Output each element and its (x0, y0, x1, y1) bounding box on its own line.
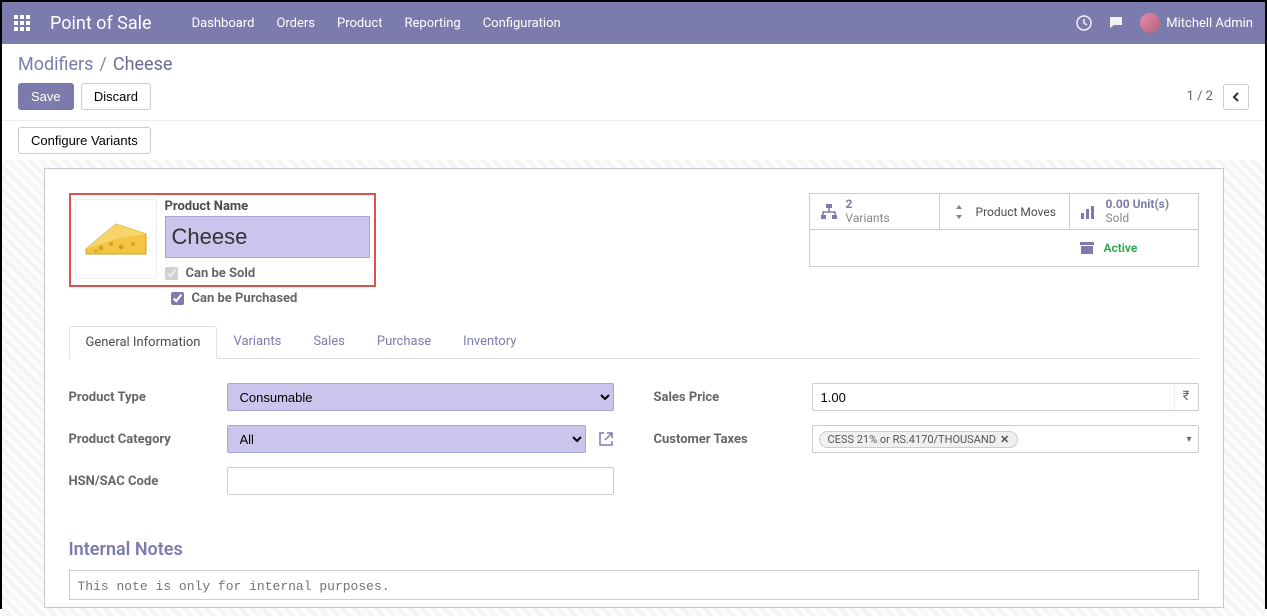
sales-price-label: Sales Price (654, 390, 804, 405)
nav-menu: Dashboard Orders Product Reporting Confi… (192, 16, 561, 31)
stat-sold[interactable]: 0.00 Unit(s)Sold (1070, 194, 1198, 230)
hsn-input[interactable] (227, 467, 614, 495)
customer-taxes-label: Customer Taxes (654, 432, 804, 447)
nav-right: Mitchell Admin (1076, 13, 1253, 33)
arrows-icon (950, 203, 968, 221)
tab-purchase[interactable]: Purchase (361, 326, 447, 358)
nav-orders[interactable]: Orders (276, 16, 315, 31)
currency-symbol: ₹ (1174, 384, 1198, 410)
nav-product[interactable]: Product (337, 16, 382, 31)
stat-product-moves[interactable]: Product Moves (940, 194, 1070, 230)
stat-variants[interactable]: 2Variants (810, 194, 940, 230)
pager-prev-button[interactable] (1223, 84, 1249, 110)
stat-active[interactable]: Active (1068, 230, 1198, 266)
breadcrumb: Modifiers / Cheese (18, 54, 1249, 75)
tag-remove-icon[interactable]: ✕ (1000, 433, 1009, 446)
can-be-sold-label: Can be Sold (186, 266, 256, 281)
chat-icon[interactable] (1108, 15, 1124, 31)
variants-count: 2 (846, 198, 890, 211)
can-be-sold-checkbox[interactable] (165, 267, 178, 280)
content-area: Product Name Can be Sold 2Variants (2, 160, 1265, 616)
form-sheet: Product Name Can be Sold 2Variants (44, 168, 1224, 608)
variants-label: Variants (846, 212, 890, 225)
hsn-label: HSN/SAC Code (69, 474, 219, 489)
product-type-label: Product Type (69, 390, 219, 405)
configure-variants-button[interactable]: Configure Variants (18, 127, 151, 154)
active-label: Active (1104, 241, 1138, 255)
top-nav: Point of Sale Dashboard Orders Product R… (2, 2, 1265, 44)
apps-icon[interactable] (14, 15, 30, 31)
can-be-purchased-label: Can be Purchased (192, 291, 298, 306)
external-link-icon[interactable] (598, 431, 614, 447)
user-name: Mitchell Admin (1166, 16, 1253, 31)
nav-configuration[interactable]: Configuration (483, 16, 561, 31)
sold-value: 0.00 Unit(s) (1106, 198, 1170, 211)
secondary-toolbar: Configure Variants (2, 121, 1265, 160)
form-grid: Product Type Consumable Product Category… (69, 383, 1199, 509)
customer-taxes-field[interactable]: CESS 21% or RS.4170/THOUSAND ✕ ▾ (812, 425, 1199, 453)
breadcrumb-parent[interactable]: Modifiers (18, 54, 93, 75)
can-be-purchased-checkbox[interactable] (171, 292, 184, 305)
tab-sales[interactable]: Sales (297, 326, 361, 358)
discard-button[interactable]: Discard (81, 83, 151, 110)
product-type-select[interactable]: Consumable (227, 383, 614, 411)
input-bg-extension (375, 227, 467, 269)
save-button[interactable]: Save (18, 83, 74, 110)
dropdown-caret-icon[interactable]: ▾ (1186, 434, 1191, 445)
product-category-label: Product Category (69, 432, 219, 447)
user-menu[interactable]: Mitchell Admin (1140, 13, 1253, 33)
clock-icon[interactable] (1076, 15, 1092, 31)
sales-price-field: ₹ (812, 383, 1199, 411)
pager-text: 1 / 2 (1187, 89, 1213, 104)
product-image[interactable] (75, 199, 157, 279)
brand-title: Point of Sale (50, 13, 152, 34)
pager: 1 / 2 (1187, 84, 1249, 110)
archive-icon (1078, 239, 1096, 257)
product-category-select[interactable]: All (227, 425, 586, 453)
nav-dashboard[interactable]: Dashboard (192, 16, 255, 31)
sold-label: Sold (1106, 212, 1170, 225)
product-name-input[interactable] (165, 216, 370, 258)
product-moves-label: Product Moves (976, 205, 1056, 219)
avatar (1140, 13, 1160, 33)
sales-price-input[interactable] (813, 384, 1174, 410)
tax-tag-text: CESS 21% or RS.4170/THOUSAND (828, 433, 996, 446)
tax-tag: CESS 21% or RS.4170/THOUSAND ✕ (819, 431, 1019, 448)
tab-inventory[interactable]: Inventory (447, 326, 532, 358)
internal-notes-title: Internal Notes (69, 539, 1199, 560)
cheese-icon (81, 214, 151, 264)
sitemap-icon (820, 203, 838, 221)
bars-icon (1080, 203, 1098, 221)
product-name-label: Product Name (165, 199, 370, 214)
control-panel: Modifiers / Cheese Save Discard 1 / 2 (2, 44, 1265, 121)
tab-variants[interactable]: Variants (217, 326, 297, 358)
highlight-box: Product Name Can be Sold (69, 193, 376, 287)
breadcrumb-current: Cheese (113, 54, 173, 75)
stat-buttons: 2Variants Product Moves 0.00 Unit(s)Sold… (809, 193, 1199, 267)
tabs: General Information Variants Sales Purch… (69, 326, 1199, 359)
breadcrumb-sep: / (99, 54, 106, 75)
nav-reporting[interactable]: Reporting (404, 16, 460, 31)
internal-notes-textarea[interactable] (69, 570, 1199, 600)
tab-general-information[interactable]: General Information (69, 326, 218, 359)
